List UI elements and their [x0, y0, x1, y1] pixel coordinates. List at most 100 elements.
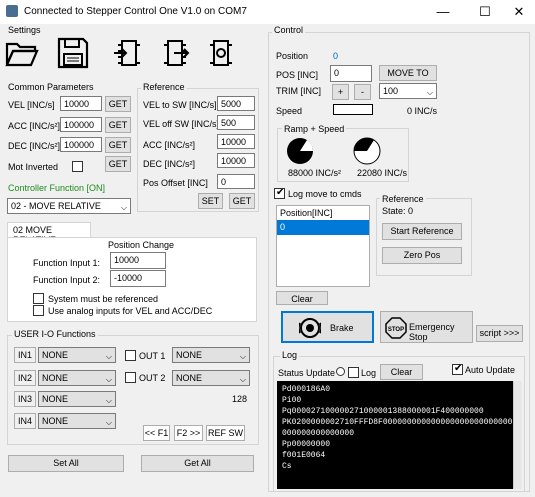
- ref-set-button[interactable]: SET: [198, 193, 223, 209]
- pos-inc-input[interactable]: 0: [330, 65, 372, 82]
- vel-get-button[interactable]: GET: [105, 96, 131, 112]
- log-scrollbar[interactable]: [513, 381, 522, 489]
- out2-select[interactable]: NONE ⌵: [172, 370, 250, 386]
- get-all-button[interactable]: Get All: [141, 455, 254, 472]
- minimize-button[interactable]: —: [432, 3, 454, 21]
- speed-bar: [333, 104, 373, 115]
- log-clear-button[interactable]: Clear: [380, 364, 423, 380]
- trim-select-value: 100: [383, 86, 399, 96]
- ref-get-button[interactable]: GET: [229, 193, 255, 209]
- trim-minus-button[interactable]: -: [354, 84, 371, 100]
- open-folder-button[interactable]: [5, 38, 39, 72]
- close-button[interactable]: ✕: [508, 3, 530, 21]
- function-input-1-field[interactable]: 10000: [110, 252, 166, 269]
- mot-inverted-label: Mot Inverted: [8, 162, 59, 172]
- in3-button[interactable]: IN3: [14, 391, 36, 407]
- dec-label: DEC [INC/s²]: [8, 141, 61, 151]
- download-params-button[interactable]: [160, 37, 194, 71]
- brake-button[interactable]: Brake: [281, 311, 374, 343]
- emergency-stop-label: Emergency Stop: [409, 322, 455, 342]
- list-header: Position[INC]: [280, 208, 333, 218]
- chevron-down-icon: ⌵: [120, 203, 127, 212]
- in3-select[interactable]: NONE ⌵: [38, 391, 116, 407]
- in4-button[interactable]: IN4: [14, 413, 36, 429]
- set-all-button[interactable]: Set All: [8, 455, 124, 472]
- chevron-down-icon: ⌵: [105, 375, 112, 384]
- position-label: Position: [276, 51, 309, 61]
- chip-refresh-icon: [210, 40, 232, 66]
- function-select[interactable]: 02 - MOVE RELATIVE ⌵: [7, 198, 131, 214]
- f2-button[interactable]: F2 >>: [174, 425, 203, 441]
- system-referenced-checkbox[interactable]: [33, 293, 44, 304]
- dec-input[interactable]: 100000: [60, 137, 102, 152]
- log-move-label: Log move to cmds: [288, 189, 362, 199]
- ref-sw-button[interactable]: REF SW: [206, 425, 245, 441]
- ref-acc-input[interactable]: 10000: [217, 134, 255, 149]
- dec-get-button[interactable]: GET: [105, 137, 131, 153]
- acc-input[interactable]: 100000: [60, 117, 102, 132]
- reset-params-button[interactable]: [206, 37, 240, 71]
- speed-value: 0 INC/s: [407, 106, 438, 116]
- vel-to-sw-input[interactable]: 5000: [217, 96, 255, 111]
- window-title: Connected to Stepper Control One V1.0 on…: [24, 6, 247, 17]
- zero-pos-button[interactable]: Zero Pos: [382, 247, 462, 264]
- ref-dec-label: DEC [INC/s²]: [143, 159, 196, 169]
- vel-off-sw-input[interactable]: 500: [217, 115, 255, 130]
- f1-button[interactable]: << F1: [143, 425, 170, 441]
- analog-inputs-label: Use analog inputs for VEL and ACC/DEC: [48, 306, 213, 316]
- in2-button[interactable]: IN2: [14, 370, 36, 386]
- log-console[interactable]: Pd000186A0 Pi00 Pq0000271000002710000013…: [277, 381, 513, 489]
- out1-select[interactable]: NONE ⌵: [172, 347, 250, 363]
- status-update-radio[interactable]: [336, 367, 345, 376]
- ref-dec-input[interactable]: 10000: [217, 153, 255, 168]
- save-button[interactable]: [56, 36, 90, 70]
- tab-move-relative[interactable]: 02 MOVE RELATIVE: [7, 222, 91, 245]
- brake-icon: [299, 318, 321, 338]
- function-select-value: 02 - MOVE RELATIVE: [11, 201, 101, 211]
- pos-offset-input[interactable]: 0: [217, 174, 255, 189]
- acc-get-button[interactable]: GET: [105, 117, 131, 133]
- in2-select[interactable]: NONE ⌵: [38, 370, 116, 386]
- trim-plus-button[interactable]: +: [332, 84, 349, 100]
- script-button[interactable]: script >>>: [476, 325, 523, 342]
- mot-inverted-checkbox[interactable]: [72, 161, 83, 172]
- stop-sign-icon: STOP: [385, 317, 407, 339]
- upload-params-button[interactable]: [112, 37, 146, 71]
- in1-select[interactable]: NONE ⌵: [38, 347, 116, 363]
- function-input-2-field[interactable]: -10000: [110, 270, 166, 287]
- out1-checkbox[interactable]: [125, 350, 136, 361]
- pos-offset-label: Pos Offset [INC]: [143, 178, 208, 188]
- vel-input[interactable]: 10000: [60, 96, 102, 111]
- out2-checkbox[interactable]: [125, 372, 136, 383]
- position-list[interactable]: Position[INC] 0: [276, 205, 370, 287]
- list-item[interactable]: 0: [277, 220, 369, 235]
- maximize-button[interactable]: ☐: [474, 3, 496, 21]
- chevron-down-icon: ⌵: [239, 375, 246, 384]
- emergency-stop-button[interactable]: STOP Emergency Stop: [380, 311, 473, 343]
- trim-select[interactable]: 100 ⌵: [379, 83, 437, 99]
- in4-select[interactable]: NONE ⌵: [38, 413, 116, 429]
- vel-label: VEL [INC/s]: [8, 100, 55, 110]
- chevron-down-icon: ⌵: [105, 418, 112, 427]
- move-to-button[interactable]: MOVE TO: [379, 65, 437, 81]
- chevron-down-icon: ⌵: [105, 352, 112, 361]
- in1-button[interactable]: IN1: [14, 347, 36, 363]
- acc-label: ACC [INC/s²]: [8, 121, 61, 131]
- auto-update-checkbox[interactable]: [452, 363, 463, 375]
- app-icon: [6, 5, 18, 17]
- log-move-checkbox[interactable]: [274, 187, 285, 199]
- common-params-title: Common Parameters: [8, 82, 94, 92]
- start-reference-button[interactable]: Start Reference: [382, 223, 462, 240]
- brake-label: Brake: [330, 323, 354, 333]
- position-change-label: Position Change: [108, 240, 175, 250]
- out1-label: OUT 1: [139, 351, 166, 361]
- mot-inverted-get-button[interactable]: GET: [105, 156, 131, 172]
- ref-acc-label: ACC [INC/s²]: [143, 140, 196, 150]
- function-input-1-label: Function Input 1:: [33, 258, 101, 268]
- ramp-speed-title: Ramp + Speed: [282, 124, 347, 134]
- log-checkbox[interactable]: [348, 367, 359, 378]
- clear-list-button[interactable]: Clear: [276, 291, 328, 305]
- analog-inputs-checkbox[interactable]: [33, 305, 44, 316]
- chevron-down-icon: ⌵: [105, 396, 112, 405]
- trim-inc-label: TRIM [INC]: [276, 86, 321, 96]
